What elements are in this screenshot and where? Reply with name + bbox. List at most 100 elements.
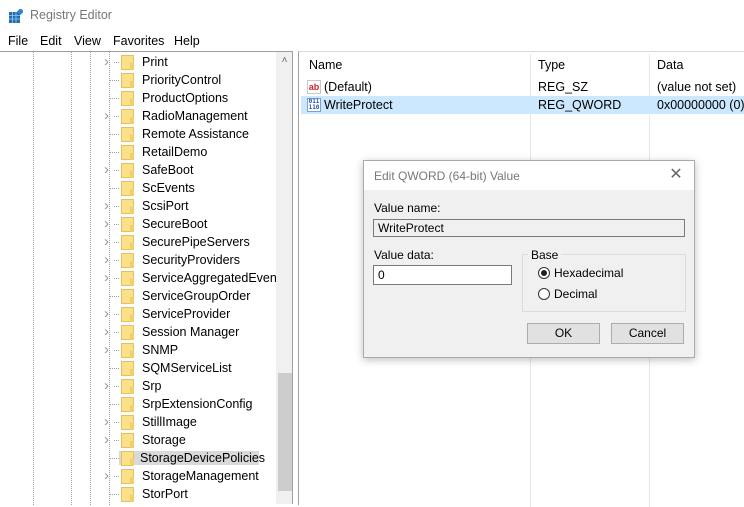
tree-item[interactable]: › ServiceAggregatedEvents (0, 269, 287, 287)
chevron-right-icon[interactable]: › (104, 432, 114, 447)
column-header-type[interactable]: Type (538, 58, 565, 72)
folder-icon (121, 397, 134, 412)
tree-item-label: StorPort (142, 487, 188, 501)
tree-scrollbar[interactable]: ˄ (276, 52, 293, 504)
value-data: (value not set) (657, 80, 737, 94)
tree-item[interactable]: › RadioManagement (0, 107, 276, 125)
value-name: (Default) (324, 80, 372, 94)
tree-item-label: RadioManagement (142, 109, 248, 123)
folder-icon (121, 379, 134, 394)
tree-item-label: SafeBoot (142, 163, 194, 177)
tree-item[interactable]: › Print (0, 53, 276, 71)
tree-item-label: SQMServiceList (142, 361, 232, 375)
menu-help[interactable]: Help (174, 34, 200, 48)
chevron-right-icon[interactable]: › (104, 342, 114, 357)
menu-file[interactable]: File (8, 34, 28, 48)
tree-item[interactable]: › Srp (0, 377, 276, 395)
chevron-right-icon[interactable]: › (104, 378, 114, 393)
tree-item[interactable]: › SecurePipeServers (0, 233, 276, 251)
decimal-radio[interactable] (538, 288, 550, 300)
tree-item-label: ServiceAggregatedEvents (142, 271, 287, 285)
value-data-input[interactable] (373, 265, 512, 285)
tree-item[interactable]: StorageDevicePolicies (0, 449, 276, 467)
hexadecimal-label[interactable]: Hexadecimal (554, 266, 623, 280)
folder-icon (121, 487, 134, 502)
chevron-right-icon[interactable]: › (104, 162, 114, 177)
folder-icon (121, 91, 134, 106)
chevron-right-icon[interactable]: › (104, 414, 114, 429)
value-name-field[interactable] (373, 219, 685, 237)
tree-item-label: ScEvents (142, 181, 195, 195)
tree-item[interactable]: › SNMP (0, 341, 276, 359)
folder-icon (121, 55, 134, 70)
decimal-label[interactable]: Decimal (554, 287, 597, 301)
tree-item[interactable]: › Session Manager (0, 323, 276, 341)
chevron-right-icon[interactable]: › (104, 234, 114, 249)
tree-item[interactable]: RetailDemo (0, 143, 276, 161)
menu-view[interactable]: View (74, 34, 101, 48)
tree-item[interactable]: SrpExtensionConfig (0, 395, 276, 413)
value-row-default[interactable]: ab (Default) REG_SZ (value not set) (299, 78, 744, 96)
registry-tree[interactable]: › Print PriorityControl ProductOptions › Radi… (0, 51, 293, 505)
tree-item[interactable]: › StorageManagement (0, 467, 276, 485)
tree-item[interactable]: Remote Assistance (0, 125, 276, 143)
tree-item-label: SrpExtensionConfig (142, 397, 253, 411)
chevron-right-icon[interactable]: › (104, 468, 114, 483)
tree-item[interactable]: › StillImage (0, 413, 276, 431)
chevron-right-icon[interactable]: › (104, 216, 114, 231)
column-header-name[interactable]: Name (309, 58, 342, 72)
tree-item-label: SecureBoot (142, 217, 208, 231)
hexadecimal-radio[interactable] (538, 267, 550, 279)
tree-item[interactable]: PriorityControl (0, 71, 276, 89)
tree-item[interactable]: › Storage (0, 431, 276, 449)
tree-item[interactable]: › SecureBoot (0, 215, 276, 233)
value-row-writeprotect[interactable]: 011 110 WriteProtect REG_QWORD 0x00000000… (301, 96, 744, 114)
close-icon[interactable]: ✕ (666, 165, 686, 185)
tree-item[interactable]: SQMServiceList (0, 359, 276, 377)
folder-icon (121, 451, 134, 466)
tree-item[interactable]: StorPort (0, 485, 276, 503)
chevron-right-icon[interactable]: › (104, 108, 114, 123)
folder-icon (121, 361, 134, 376)
folder-icon (121, 109, 134, 124)
column-header-data[interactable]: Data (657, 58, 683, 72)
tree-item[interactable]: › SafeBoot (0, 161, 276, 179)
scroll-thumb[interactable] (278, 373, 292, 491)
menu-edit[interactable]: Edit (40, 34, 62, 48)
value-name-label: Value name: (374, 201, 441, 215)
chevron-right-icon[interactable]: › (104, 54, 114, 69)
string-value-icon: ab (307, 80, 321, 94)
folder-icon (121, 73, 134, 88)
menu-bar: File Edit View Favorites Help (0, 31, 744, 51)
chevron-right-icon[interactable]: › (104, 252, 114, 267)
tree-item[interactable]: ScEvents (0, 179, 276, 197)
value-name: WriteProtect (324, 98, 393, 112)
tree-item-label: ServiceGroupOrder (142, 289, 251, 303)
chevron-right-icon[interactable]: › (104, 324, 114, 339)
folder-icon (121, 217, 134, 232)
binary-value-icon: 011 110 (307, 98, 321, 112)
cancel-button[interactable]: Cancel (611, 323, 684, 344)
folder-icon (121, 343, 134, 358)
tree-item-label: StorageDevicePolicies (119, 451, 265, 465)
tree-item-label: ProductOptions (142, 91, 229, 105)
tree-item[interactable]: › ServiceProvider (0, 305, 276, 323)
tree-item-label: ScsiPort (142, 199, 189, 213)
chevron-right-icon[interactable]: › (104, 270, 114, 285)
folder-icon (121, 433, 134, 448)
tree-item-label: PriorityControl (142, 73, 222, 87)
folder-icon (121, 307, 134, 322)
dialog-title-bar[interactable]: Edit QWORD (64-bit) Value ✕ (364, 161, 694, 190)
chevron-right-icon[interactable]: › (104, 198, 114, 213)
ok-button[interactable]: OK (527, 323, 600, 344)
title-bar: Registry Editor (0, 0, 744, 31)
scroll-up-button[interactable]: ˄ (276, 52, 293, 69)
tree-item-label: StorageManagement (142, 469, 259, 483)
tree-item[interactable]: › SecurityProviders (0, 251, 276, 269)
chevron-right-icon[interactable]: › (104, 306, 114, 321)
menu-favorites[interactable]: Favorites (113, 34, 164, 48)
tree-item[interactable]: ProductOptions (0, 89, 276, 107)
tree-item[interactable]: › ScsiPort (0, 197, 276, 215)
tree-item-label: Print (142, 55, 168, 69)
tree-item[interactable]: ServiceGroupOrder (0, 287, 276, 305)
